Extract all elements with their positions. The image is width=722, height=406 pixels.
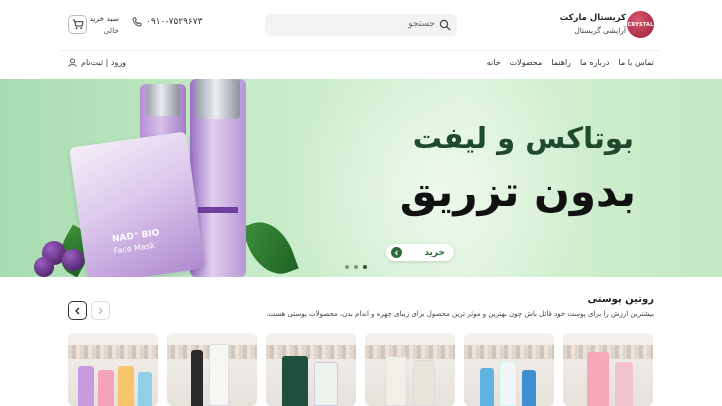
product-image — [78, 366, 94, 406]
cart-icon — [72, 19, 83, 30]
carousel-dot[interactable] — [345, 265, 349, 269]
cart-label: سبد خرید — [89, 14, 119, 23]
shelf-background — [68, 345, 158, 359]
product-image — [480, 368, 494, 406]
login-link[interactable]: ورود | ثبت‌نام — [68, 58, 126, 67]
product-image — [385, 356, 407, 406]
carousel-prev-button[interactable] — [91, 301, 110, 320]
cart-info[interactable]: سبد خرید خالی — [89, 14, 119, 35]
berry-decoration — [62, 249, 84, 271]
section-description: بیشترین ارزش را برای پوست خود قائل باش چ… — [266, 310, 654, 318]
cart-status: خالی — [103, 26, 119, 35]
product-image — [587, 352, 609, 406]
hero-banner[interactable]: NAD⁺ BIO Face Mask بوتاکس و لیفت بدون تز… — [0, 79, 722, 277]
product-image — [500, 362, 516, 406]
product-card[interactable] — [365, 333, 455, 406]
cart-button[interactable] — [68, 15, 87, 34]
banner-headline-2: بدون تزریق — [399, 167, 636, 216]
search-placeholder: جستجو — [408, 19, 435, 29]
product-image — [98, 370, 114, 406]
chevron-right-icon — [98, 307, 103, 314]
brand-block[interactable]: کریستال مارکت آرایشی گریستال — [560, 13, 626, 35]
product-image — [118, 366, 134, 406]
main-nav: خانه محصولات راهنما درباره ما تماس با ما — [487, 58, 654, 67]
buy-button[interactable]: خرید — [386, 244, 454, 261]
nav-item-home[interactable]: خانه — [487, 58, 501, 67]
shelf-background — [266, 345, 356, 359]
buy-button-label: خرید — [424, 247, 445, 258]
section-title: روتین پوستی — [587, 294, 654, 305]
nav-item-products[interactable]: محصولات — [510, 58, 543, 67]
product-card[interactable] — [167, 333, 257, 406]
carousel-dots — [345, 265, 367, 269]
carousel-dot[interactable] — [354, 265, 358, 269]
berry-decoration — [34, 257, 54, 277]
face-mask-pack: NAD⁺ BIO Face Mask — [68, 131, 206, 277]
search-input[interactable]: جستجو — [265, 14, 457, 36]
brand-subtitle: آرایشی گریستال — [574, 26, 626, 35]
site-header: CRYSTAL کریستال مارکت آرایشی گریستال جست… — [0, 0, 722, 50]
product-card[interactable] — [563, 333, 653, 406]
phone-number: ۰۹۱۰-۷۵۲۹۶۷۳ — [146, 17, 203, 27]
product-card[interactable] — [266, 333, 356, 406]
chevron-left-icon — [75, 307, 80, 314]
login-label: ورود | ثبت‌نام — [81, 58, 127, 67]
shelf-background — [464, 345, 554, 359]
carousel-next-button[interactable] — [68, 301, 87, 320]
product-image — [413, 360, 435, 406]
product-image — [314, 362, 338, 406]
product-image — [615, 362, 633, 406]
banner-headline-1: بوتاکس و لیفت — [412, 121, 634, 155]
product-image — [522, 370, 536, 406]
carousel-dot-active[interactable] — [363, 265, 367, 269]
search-icon[interactable] — [439, 19, 451, 31]
user-icon — [68, 58, 77, 67]
shelf-background — [365, 345, 455, 359]
phone-icon — [132, 17, 142, 27]
product-card[interactable] — [68, 333, 158, 406]
nav-item-guide[interactable]: راهنما — [551, 58, 571, 67]
arrow-right-icon — [391, 247, 402, 258]
brand-logo[interactable]: CRYSTAL — [627, 11, 654, 38]
nav-item-about[interactable]: درباره ما — [580, 58, 609, 67]
logo-text: CRYSTAL — [627, 21, 654, 28]
header-divider — [60, 50, 660, 51]
product-image — [282, 356, 308, 406]
brand-name: کریستال مارکت — [559, 13, 626, 23]
nav-item-contact[interactable]: تماس با ما — [618, 58, 654, 67]
product-image — [209, 344, 229, 406]
product-card[interactable] — [464, 333, 554, 406]
product-image — [191, 350, 203, 406]
product-carousel — [68, 333, 654, 406]
product-image — [138, 372, 152, 406]
phone-contact[interactable]: ۰۹۱۰-۷۵۲۹۶۷۳ — [132, 17, 202, 27]
